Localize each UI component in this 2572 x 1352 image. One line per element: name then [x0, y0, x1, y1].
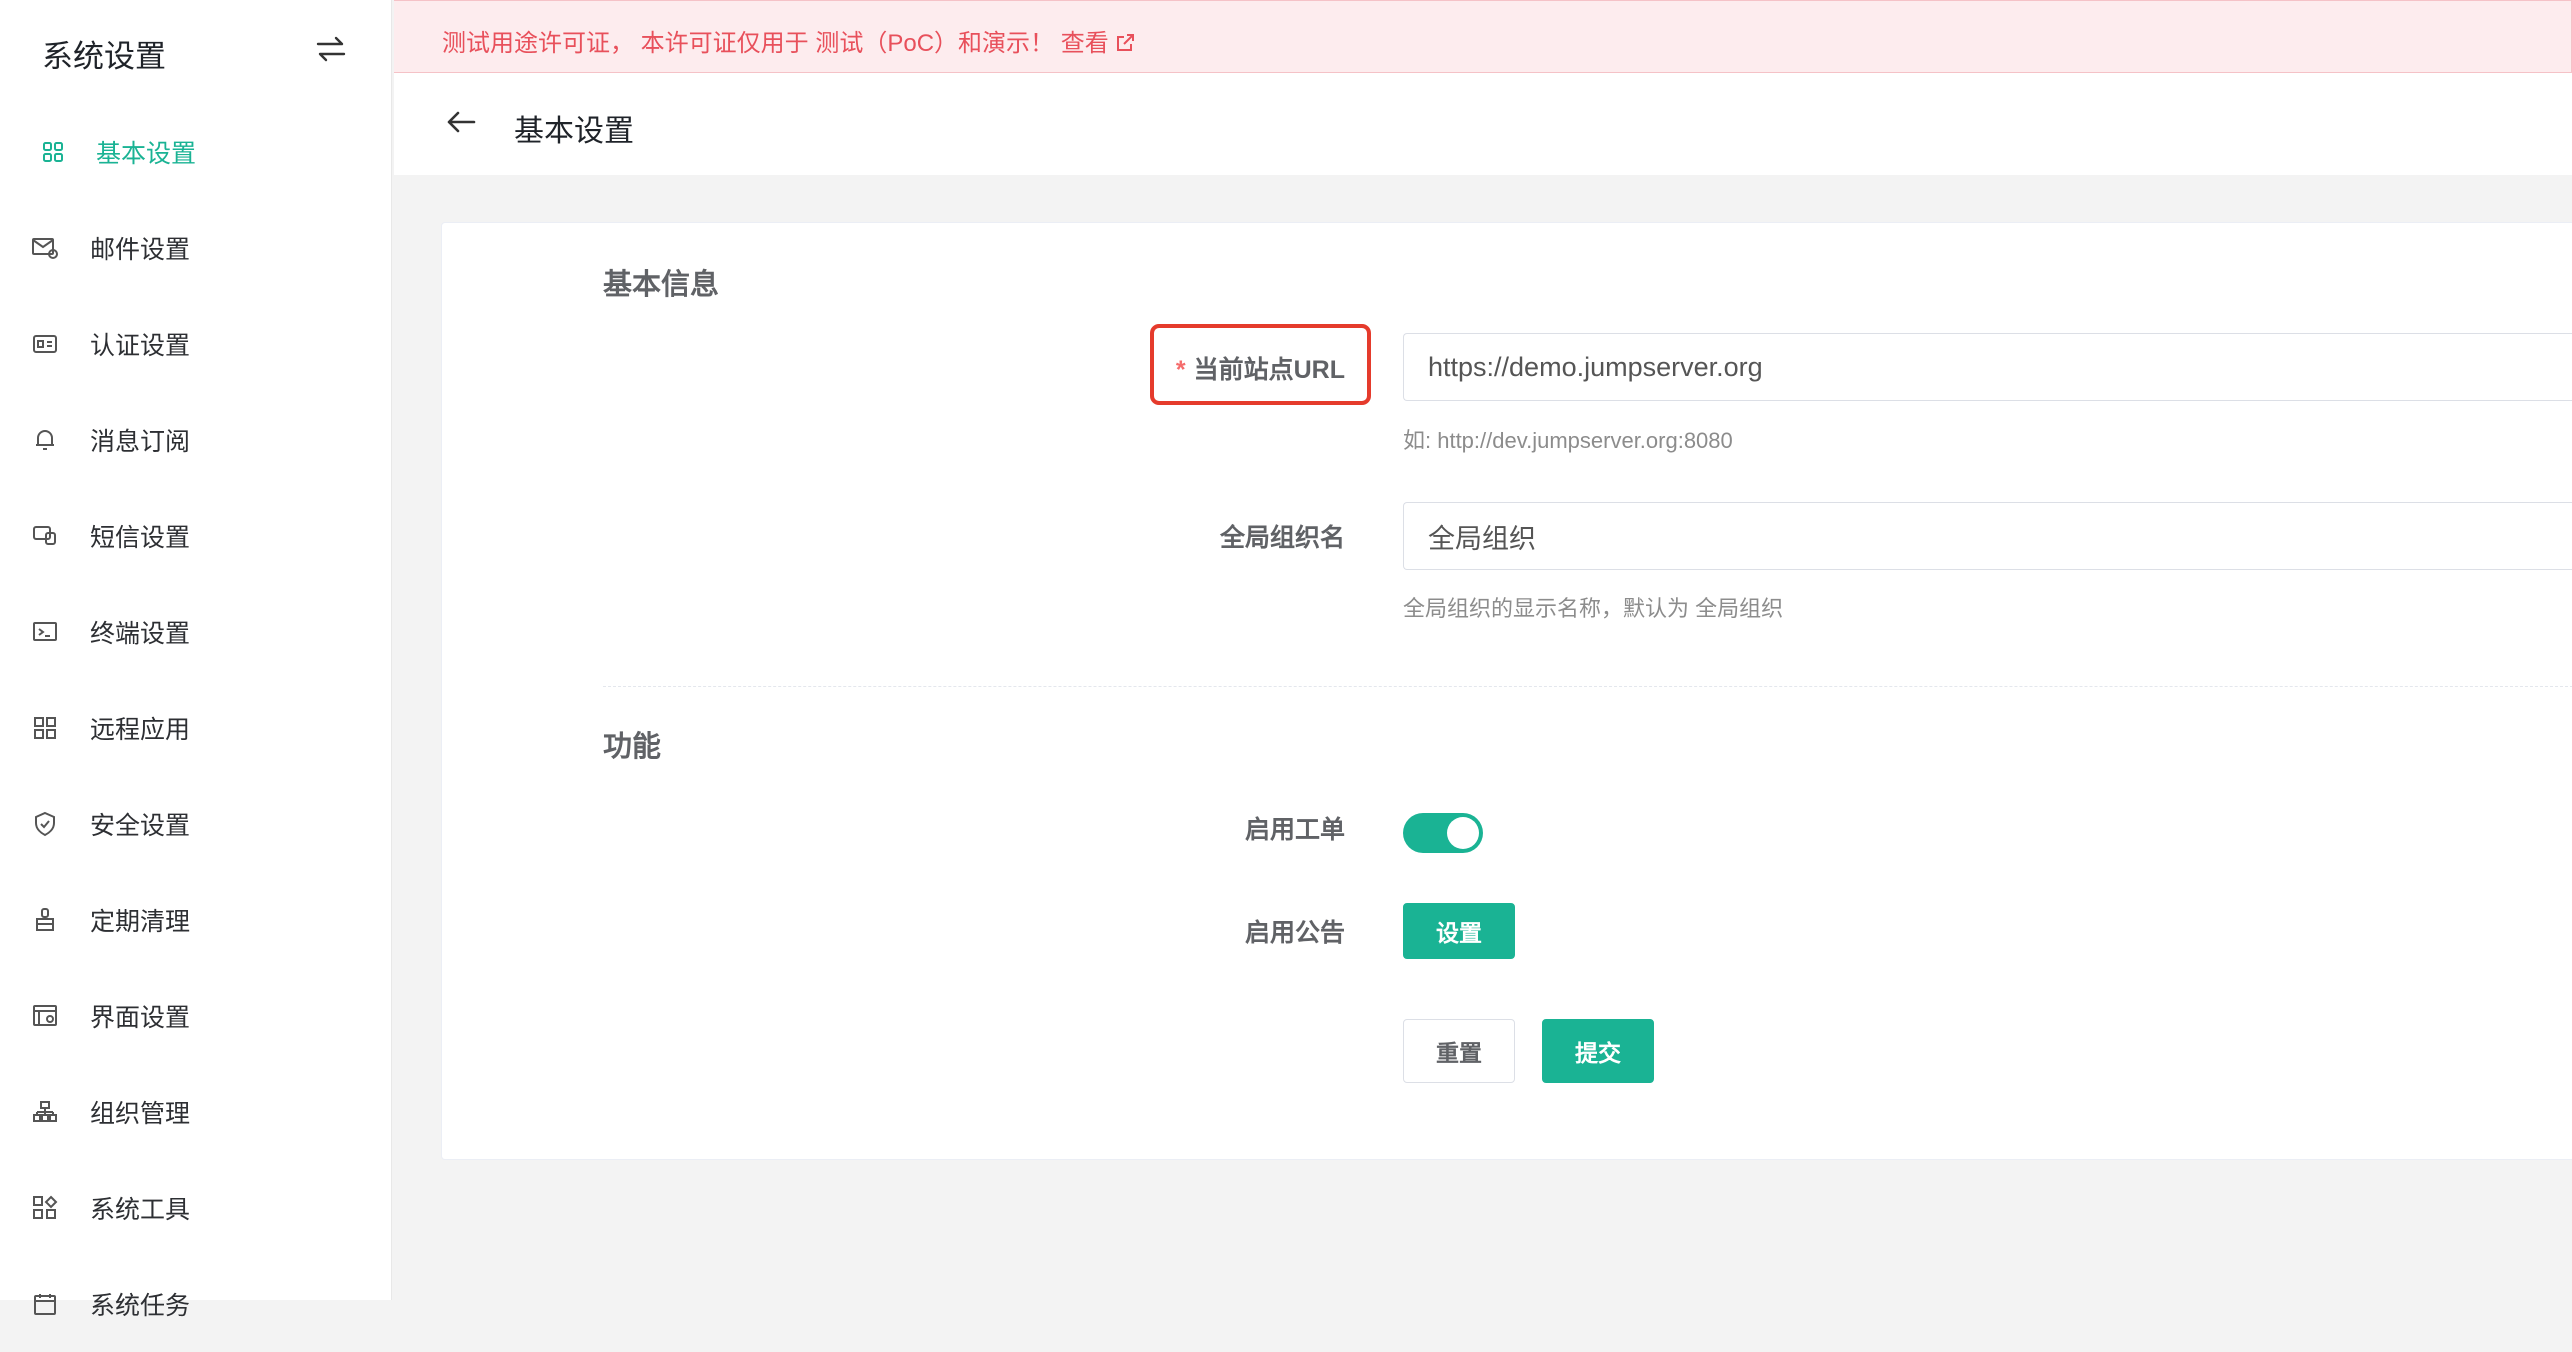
sidebar-item-label: 定期清理	[90, 908, 191, 936]
grid-icon	[38, 137, 68, 167]
sidebar-item-label: 远程应用	[90, 716, 191, 744]
sidebar-item-remote-apps[interactable]: 远程应用	[0, 680, 392, 776]
page-title: 基本设置	[514, 115, 634, 148]
sidebar-item-interface[interactable]: 界面设置	[0, 968, 392, 1064]
sidebar-item-cleaning[interactable]: 定期清理	[0, 872, 392, 968]
site-url-value: https://demo.jumpserver.org	[1428, 351, 1763, 382]
sidebar: 系统设置 基本设置 邮件设置 认证设置 消息订阅 短信设置 终端设置 远程应用 …	[0, 0, 392, 1320]
terminal-icon	[30, 617, 60, 647]
announcement-label: 启用公告	[1244, 919, 1345, 947]
sidebar-header: 系统设置	[0, 0, 392, 100]
apps-icon	[30, 713, 60, 743]
site-url-label: * 当前站点URL	[1176, 350, 1345, 386]
interface-icon	[30, 1001, 60, 1031]
required-asterisk: *	[1175, 356, 1186, 384]
site-url-input[interactable]: https://demo.jumpserver.org	[1403, 333, 2572, 401]
ticket-toggle[interactable]	[1403, 813, 1483, 853]
sidebar-menu: 基本设置 邮件设置 认证设置 消息订阅 短信设置 终端设置 远程应用 安全设置 …	[0, 104, 392, 1352]
sidebar-item-label: 界面设置	[90, 1004, 191, 1032]
sidebar-item-label: 系统工具	[90, 1196, 191, 1224]
shield-icon	[30, 809, 60, 839]
sidebar-item-label: 安全设置	[90, 812, 191, 840]
calendar-icon	[30, 1289, 60, 1319]
sidebar-item-sms[interactable]: 短信设置	[0, 488, 392, 584]
ticket-label: 启用工单	[1244, 816, 1345, 844]
license-banner-text: 测试用途许可证， 本许可证仅用于 测试（PoC）和演示！	[442, 30, 1055, 57]
sidebar-item-label: 认证设置	[90, 332, 191, 360]
settings-form-card: 基本信息 * 当前站点URL 全局组织名 启用工单 启用公告 https://de…	[441, 222, 2572, 1160]
reset-button[interactable]: 重置	[1403, 1019, 1515, 1083]
sidebar-item-org[interactable]: 组织管理	[0, 1064, 392, 1160]
banner-view-link-label: 查看	[1060, 30, 1109, 57]
broom-icon	[30, 905, 60, 935]
sidebar-item-label: 组织管理	[90, 1100, 191, 1128]
sidebar-item-basic[interactable]: 基本设置	[0, 104, 392, 200]
site-url-help: 如: http://dev.jumpserver.org:8080	[1403, 428, 1733, 453]
sidebar-item-mail[interactable]: 邮件设置	[0, 200, 392, 296]
section-title-features: 功能	[603, 731, 662, 763]
swap-arrows-icon[interactable]	[314, 34, 348, 64]
sidebar-item-auth[interactable]: 认证设置	[0, 296, 392, 392]
site-url-label-text: 当前站点URL	[1193, 356, 1345, 384]
sidebar-item-label: 基本设置	[96, 140, 197, 168]
sidebar-item-label: 系统任务	[90, 1292, 191, 1320]
sms-icon	[30, 521, 60, 551]
external-link-icon	[1115, 32, 1135, 60]
org-name-value: 全局组织	[1428, 523, 1536, 554]
sidebar-title: 系统设置	[42, 39, 166, 74]
tools-icon	[30, 1193, 60, 1223]
section-title-basic-info: 基本信息	[603, 269, 720, 301]
page-header: 基本设置	[394, 73, 2572, 175]
announcement-settings-button[interactable]: 设置	[1403, 903, 1515, 959]
bell-icon	[30, 425, 60, 455]
org-name-input[interactable]: 全局组织	[1403, 502, 2572, 570]
sidebar-item-notify[interactable]: 消息订阅	[0, 392, 392, 488]
back-arrow-icon[interactable]	[444, 107, 478, 137]
id-card-icon	[30, 329, 60, 359]
license-banner-text-row: 测试用途许可证， 本许可证仅用于 测试（PoC）和演示！ 查看	[442, 23, 1135, 60]
sidebar-item-tasks[interactable]: 系统任务	[0, 1256, 392, 1352]
org-tree-icon	[30, 1097, 60, 1127]
org-name-help: 全局组织的显示名称，默认为 全局组织	[1403, 596, 1784, 621]
sidebar-item-security[interactable]: 安全设置	[0, 776, 392, 872]
mail-settings-icon	[30, 233, 60, 263]
sidebar-item-label: 短信设置	[90, 524, 191, 552]
sidebar-item-label: 终端设置	[90, 620, 191, 648]
submit-button[interactable]: 提交	[1542, 1019, 1654, 1083]
sidebar-item-tools[interactable]: 系统工具	[0, 1160, 392, 1256]
section-divider	[603, 686, 2572, 687]
org-name-label: 全局组织名	[1219, 524, 1345, 552]
sidebar-item-label: 邮件设置	[90, 236, 191, 264]
sidebar-item-label: 消息订阅	[90, 428, 191, 456]
toggle-knob	[1447, 817, 1479, 849]
banner-view-link[interactable]: 查看	[1061, 30, 1135, 57]
license-banner: 测试用途许可证， 本许可证仅用于 测试（PoC）和演示！ 查看	[394, 0, 2572, 73]
sidebar-item-terminal[interactable]: 终端设置	[0, 584, 392, 680]
